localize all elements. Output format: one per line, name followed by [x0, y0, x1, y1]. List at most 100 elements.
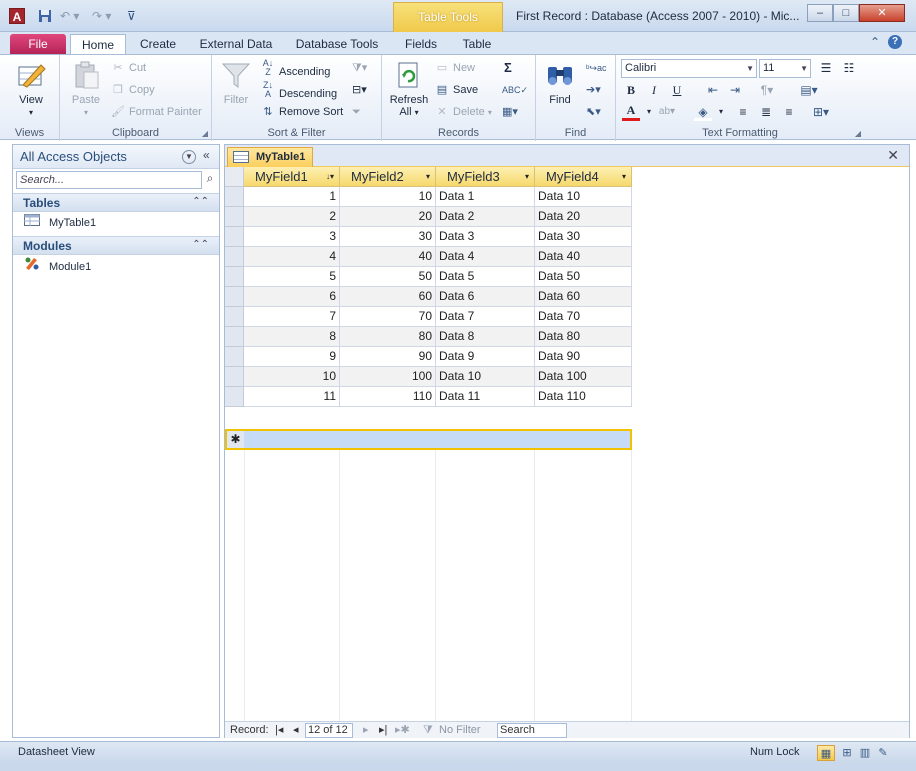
search-icon[interactable]: ⌕: [203, 171, 217, 189]
close-document-icon[interactable]: ✕: [887, 147, 899, 164]
numbering-icon[interactable]: ☷: [840, 59, 858, 77]
tab-database-tools[interactable]: Database Tools: [288, 34, 386, 54]
minimize-button[interactable]: –: [807, 4, 833, 22]
descending-button[interactable]: Z↓ A Descending: [260, 81, 337, 101]
collapse-pane-icon[interactable]: «: [203, 148, 210, 162]
font-size-combo[interactable]: 11 ▼: [759, 59, 811, 78]
column-header-myfield2[interactable]: MyField2 ▾: [340, 167, 436, 187]
tab-external-data[interactable]: External Data: [194, 34, 278, 54]
filter-button[interactable]: Filter: [218, 59, 254, 106]
cut-button[interactable]: ✂ Cut: [110, 59, 146, 77]
table-cell[interactable]: 6: [244, 287, 340, 307]
align-center-icon[interactable]: ≣: [757, 103, 775, 121]
italic-button[interactable]: I: [645, 81, 663, 99]
view-button[interactable]: View ▾: [10, 59, 52, 118]
table-cell[interactable]: Data 3: [436, 227, 535, 247]
table-cell[interactable]: 11: [244, 387, 340, 407]
table-cell[interactable]: Data 60: [535, 287, 632, 307]
chevron-down-icon[interactable]: ▾: [622, 167, 626, 187]
bullets-icon[interactable]: ☰: [817, 59, 835, 77]
toggle-filter-icon[interactable]: ⏷: [352, 103, 361, 121]
table-cell[interactable]: Data 2: [436, 207, 535, 227]
increase-indent-icon[interactable]: ⇥: [726, 81, 744, 99]
refresh-all-button[interactable]: Refresh All ▾: [388, 59, 430, 118]
row-selector[interactable]: [225, 207, 244, 227]
row-selector[interactable]: [225, 267, 244, 287]
datasheet-grid[interactable]: MyField1 ↓▾ MyField2 ▾ MyField3 ▾ MyField4 ▾…: [225, 167, 909, 721]
advanced-filter-icon[interactable]: ⊟▾: [352, 81, 367, 99]
table-cell[interactable]: Data 11: [436, 387, 535, 407]
new-record-button[interactable]: ▭ New: [434, 59, 475, 77]
paste-button[interactable]: Paste ▾: [68, 59, 104, 118]
nav-group-tables[interactable]: Tables ⌃⌃: [13, 193, 219, 212]
minimize-ribbon-icon[interactable]: ⌃: [870, 35, 880, 49]
table-cell[interactable]: Data 30: [535, 227, 632, 247]
column-header-myfield4[interactable]: MyField4 ▾: [535, 167, 632, 187]
go-to-icon[interactable]: ➔▾: [586, 81, 601, 99]
record-search-input[interactable]: Search: [497, 723, 567, 738]
column-header-myfield3[interactable]: MyField3 ▾: [436, 167, 535, 187]
table-cell[interactable]: Data 90: [535, 347, 632, 367]
access-app-icon[interactable]: A: [9, 8, 25, 24]
table-cell[interactable]: Data 110: [535, 387, 632, 407]
table-cell[interactable]: 8: [244, 327, 340, 347]
collapse-group-icon[interactable]: ⌃⌃: [192, 239, 209, 250]
table-cell[interactable]: Data 80: [535, 327, 632, 347]
save-record-button[interactable]: ▤ Save: [434, 81, 478, 99]
table-cell[interactable]: 10: [244, 367, 340, 387]
ascending-button[interactable]: A↓ Z Ascending: [260, 59, 331, 79]
format-painter-button[interactable]: 🖌 Format Painter: [110, 103, 202, 121]
current-record-input[interactable]: 12 of 12: [305, 723, 353, 738]
chevron-down-icon[interactable]: ▾: [712, 103, 730, 121]
tab-fields[interactable]: Fields: [396, 34, 446, 54]
spelling-icon[interactable]: ABC✓: [502, 81, 528, 99]
last-record-icon[interactable]: ▸|: [379, 722, 387, 738]
sort-dropdown-icon[interactable]: ↓▾: [326, 167, 334, 187]
table-cell[interactable]: 3: [244, 227, 340, 247]
table-cell[interactable]: Data 7: [436, 307, 535, 327]
table-cell[interactable]: 4: [244, 247, 340, 267]
no-filter-label[interactable]: No Filter: [439, 722, 481, 738]
row-selector[interactable]: [225, 347, 244, 367]
row-selector[interactable]: [225, 247, 244, 267]
table-cell[interactable]: 7: [244, 307, 340, 327]
row-selector[interactable]: [225, 367, 244, 387]
align-right-icon[interactable]: ≡: [780, 103, 798, 121]
filter-status-icon[interactable]: ⧩: [423, 722, 433, 738]
table-cell[interactable]: Data 5: [436, 267, 535, 287]
table-cell[interactable]: 30: [340, 227, 436, 247]
nav-item-module1[interactable]: Module1: [23, 256, 91, 276]
row-selector[interactable]: [225, 307, 244, 327]
table-cell[interactable]: Data 9: [436, 347, 535, 367]
table-cell[interactable]: 1: [244, 187, 340, 207]
design-view-icon[interactable]: ✎: [874, 745, 892, 761]
tab-file[interactable]: File: [10, 34, 66, 54]
table-cell[interactable]: 20: [340, 207, 436, 227]
bold-button[interactable]: B: [622, 81, 640, 99]
table-cell[interactable]: 110: [340, 387, 436, 407]
table-cell[interactable]: Data 100: [535, 367, 632, 387]
table-cell[interactable]: Data 8: [436, 327, 535, 347]
row-selector[interactable]: [225, 287, 244, 307]
more-records-icon[interactable]: ▦▾: [502, 103, 518, 121]
copy-button[interactable]: ❐ Copy: [110, 81, 155, 99]
table-cell[interactable]: 50: [340, 267, 436, 287]
chevron-down-icon[interactable]: ▾: [426, 167, 430, 187]
tab-table[interactable]: Table: [452, 34, 502, 54]
table-cell[interactable]: Data 10: [535, 187, 632, 207]
customize-qat-icon[interactable]: ⊽: [127, 9, 136, 23]
nav-pane-header[interactable]: All Access Objects ▼ «: [13, 145, 219, 169]
chevron-down-icon[interactable]: ▼: [182, 150, 196, 164]
table-cell[interactable]: 90: [340, 347, 436, 367]
table-cell[interactable]: 70: [340, 307, 436, 327]
table-cell[interactable]: 5: [244, 267, 340, 287]
table-cell[interactable]: 9: [244, 347, 340, 367]
new-record-nav-icon[interactable]: ▸✱: [395, 722, 410, 738]
find-button[interactable]: Find: [540, 59, 580, 106]
pivotchart-view-icon[interactable]: ▥: [856, 745, 874, 761]
maximize-button[interactable]: □: [833, 4, 859, 22]
highlight-icon[interactable]: ab▾: [658, 103, 676, 121]
table-cell[interactable]: Data 50: [535, 267, 632, 287]
next-record-icon[interactable]: ▸: [363, 722, 369, 738]
close-button[interactable]: ✕: [859, 4, 905, 22]
